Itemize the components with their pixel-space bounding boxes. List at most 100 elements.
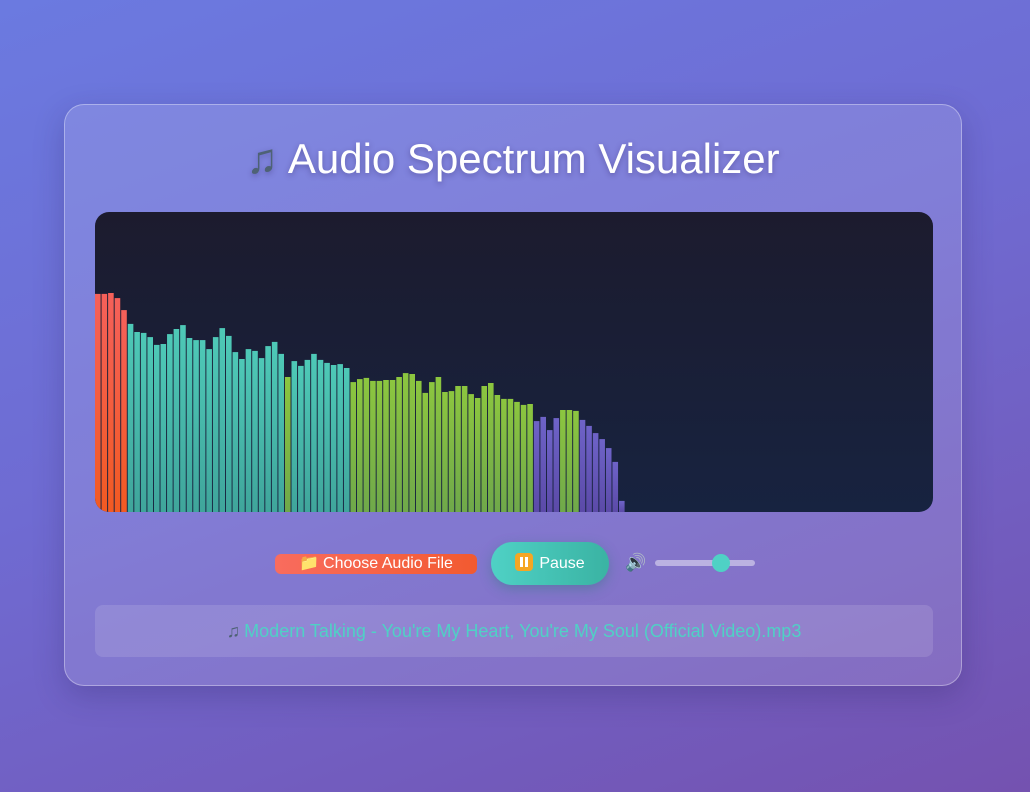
controls-bar: 📁 Choose Audio File Pause 🔊 xyxy=(65,542,961,586)
spectrum-bar xyxy=(619,500,625,512)
spectrum-bar xyxy=(533,421,540,512)
spectrum-bar xyxy=(284,377,291,512)
spectrum-bar xyxy=(507,398,514,512)
spectrum-bar xyxy=(121,310,127,512)
spectrum-bar xyxy=(95,293,101,512)
spectrum-bar xyxy=(180,325,186,512)
spectrum-bar xyxy=(540,416,546,512)
spectrum-bar xyxy=(357,379,363,512)
page-title: ♫ Audio Spectrum Visualizer xyxy=(65,135,961,183)
spectrum-bar xyxy=(560,410,566,512)
spectrum-bar xyxy=(481,386,488,512)
spectrum-bar xyxy=(402,373,409,512)
spectrum-bar xyxy=(337,364,343,512)
spectrum-bar xyxy=(108,293,114,512)
spectrum-bar xyxy=(186,338,193,512)
spectrum-bar xyxy=(605,448,612,512)
spectrum-bar xyxy=(599,439,605,512)
spectrum-bar xyxy=(350,382,357,512)
pause-button-label: Pause xyxy=(539,555,585,572)
spectrum-bar xyxy=(160,344,167,512)
spectrum-bar xyxy=(429,382,435,512)
spectrum-bar xyxy=(173,329,180,512)
spectrum-bar xyxy=(252,350,258,512)
spectrum-bar xyxy=(468,394,474,512)
spectrum-bar xyxy=(488,383,494,512)
spectrum-bar xyxy=(455,386,461,512)
spectrum-bar xyxy=(147,337,153,512)
spectrum-bar xyxy=(304,359,311,512)
spectrum-bar xyxy=(546,430,553,512)
spectrum-bar xyxy=(579,419,586,512)
spectrum-bar xyxy=(114,298,121,512)
spectrum-bar xyxy=(330,365,337,512)
spectrum-bar xyxy=(442,392,448,512)
spectrum-bar xyxy=(474,398,481,512)
spectrum-bar xyxy=(501,398,507,512)
spectrum-bar xyxy=(494,395,501,512)
pause-button[interactable]: Pause xyxy=(491,542,609,585)
spectrum-bar xyxy=(219,328,226,512)
spectrum-bar xyxy=(324,362,330,512)
folder-icon: 📁 xyxy=(299,555,320,572)
pause-icon xyxy=(515,553,534,571)
spectrum-bar xyxy=(573,410,579,512)
spectrum-bar xyxy=(153,344,160,512)
spectrum-bar xyxy=(101,293,108,512)
spectrum-bar xyxy=(258,358,265,512)
spectrum-bar xyxy=(389,380,396,512)
spectrum-bar xyxy=(553,418,560,512)
spectrum-bar xyxy=(363,377,370,512)
spectrum-bar xyxy=(140,332,147,512)
now-playing: ♫ Modern Talking - You're My Heart, You'r… xyxy=(95,605,933,657)
page-title-text: Audio Spectrum Visualizer xyxy=(287,135,780,182)
visualizer-card: ♫ Audio Spectrum Visualizer 📁 Choose Audio… xyxy=(64,104,962,686)
speaker-icon: 🔊 xyxy=(625,553,647,572)
spectrum-bar xyxy=(612,461,619,512)
spectrum-bar xyxy=(232,352,239,512)
spectrum-bar xyxy=(343,368,350,512)
spectrum-bar xyxy=(376,380,383,512)
spectrum-bar xyxy=(370,380,376,512)
spectrum-bar xyxy=(448,391,455,512)
spectrum-bar xyxy=(193,340,199,512)
spectrum-bar xyxy=(586,425,592,512)
spectrum-bar xyxy=(206,349,212,512)
spectrum-bar xyxy=(311,353,317,512)
spectrum-bar xyxy=(396,377,402,512)
spectrum-svg xyxy=(95,293,625,512)
spectrum-bar xyxy=(265,346,271,512)
volume-slider[interactable] xyxy=(655,554,755,572)
volume-thumb[interactable] xyxy=(712,554,730,572)
spectrum-bar xyxy=(317,359,324,512)
music-note-icon: ♫ xyxy=(226,621,241,641)
spectrum-bar xyxy=(592,433,599,512)
spectrum-bar xyxy=(422,392,429,512)
volume-track[interactable] xyxy=(655,560,755,566)
spectrum-bar xyxy=(383,380,389,512)
spectrum-bar xyxy=(271,341,278,512)
spectrum-canvas xyxy=(95,212,933,512)
choose-file-button[interactable]: 📁 Choose Audio File xyxy=(275,554,477,574)
spectrum-bar xyxy=(127,323,134,512)
spectrum-bar xyxy=(239,359,245,512)
spectrum-bar xyxy=(226,335,232,512)
now-playing-filename: Modern Talking - You're My Heart, You're… xyxy=(244,621,802,641)
spectrum-bar xyxy=(415,380,422,512)
spectrum-bar xyxy=(566,410,573,512)
choose-file-label: Choose Audio File xyxy=(323,555,453,572)
spectrum-bar xyxy=(409,374,415,512)
spectrum-bar xyxy=(527,404,533,512)
spectrum-bar xyxy=(245,349,252,512)
spectrum-bar xyxy=(520,404,527,512)
spectrum-bar xyxy=(199,340,206,512)
spectrum-bar xyxy=(212,337,219,512)
spectrum-bar xyxy=(278,353,284,512)
spectrum-bar xyxy=(167,334,173,512)
spectrum-bar xyxy=(134,332,140,512)
spectrum-bar xyxy=(291,361,298,512)
spectrum-bar xyxy=(461,386,468,512)
spectrum-bar xyxy=(435,377,442,512)
music-note-icon: ♫ xyxy=(246,135,278,182)
spectrum-bar xyxy=(514,401,520,512)
